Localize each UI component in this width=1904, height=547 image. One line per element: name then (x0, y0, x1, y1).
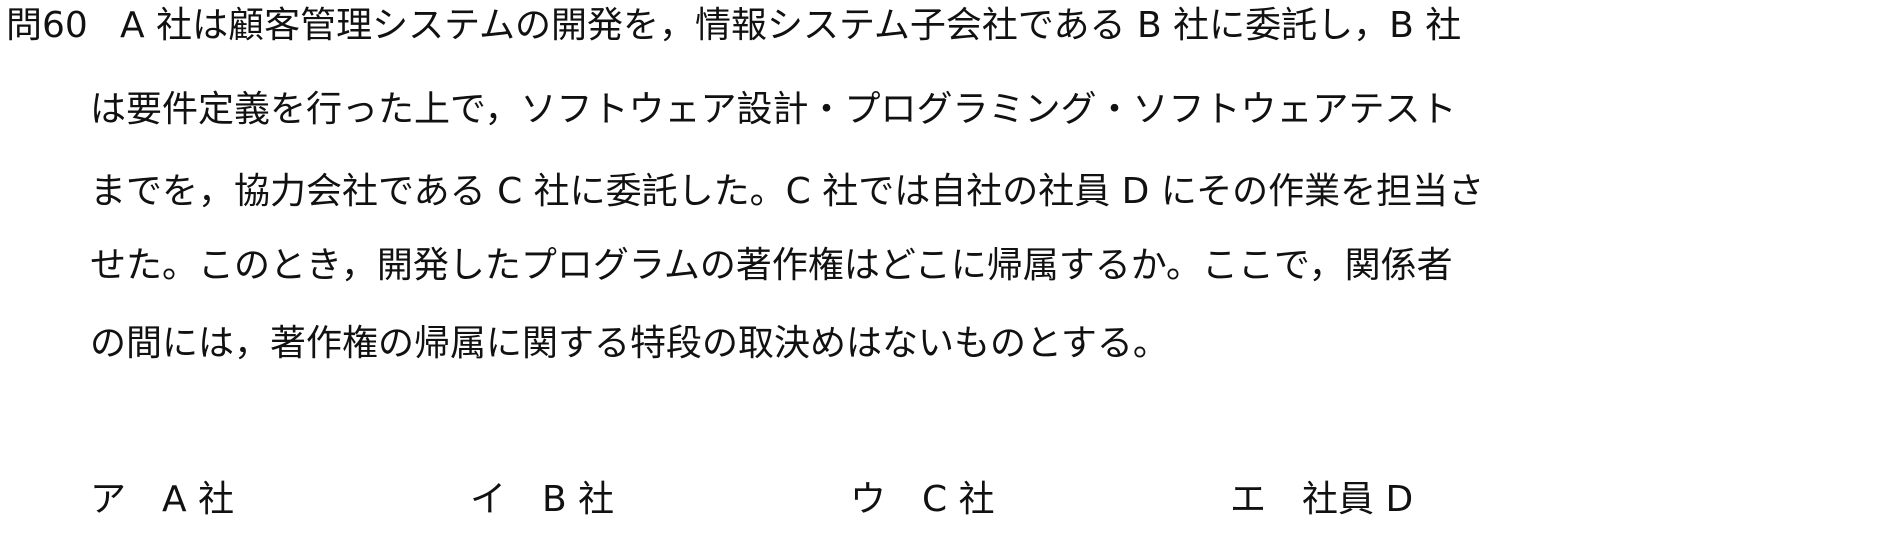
choice-mark: エ (1230, 479, 1267, 520)
choice-e[interactable]: エ社員 D (1230, 476, 1413, 524)
choice-a[interactable]: アA 社 (90, 476, 234, 524)
question-line: の間には，著作権の帰属に関する特段の取決めはないものとする。 (90, 323, 1169, 364)
choice-mark: イ (470, 479, 507, 520)
choice-label: A 社 (162, 479, 235, 520)
choice-label: C 社 (922, 479, 995, 520)
choice-mark: ウ (850, 479, 887, 520)
question-line: せた。このとき，開発したプログラムの著作権はどこに帰属するか。ここで，関係者 (90, 245, 1453, 286)
question-number: 問60 (6, 5, 88, 46)
question-line: は要件定義を行った上で，ソフトウェア設計・プログラミング・ソフトウェアテスト (90, 89, 1457, 130)
choice-mark: ア (90, 479, 127, 520)
choice-u[interactable]: ウC 社 (850, 476, 995, 524)
choice-label: B 社 (542, 479, 615, 520)
question-line: A 社は顧客管理システムの開発を，情報システム子会社である B 社に委託し，B … (120, 5, 1462, 46)
choice-i[interactable]: イB 社 (470, 476, 614, 524)
answer-choices: ア A 社 イ B 社 ウ C 社 エ社員 D (90, 476, 1490, 524)
choice-label: 社員 D (1302, 479, 1414, 520)
question-line: までを，協力会社である C 社に委託した。C 社では自社の社員 D にその作業を… (90, 171, 1485, 212)
exam-question-page: 問60 A 社は顧客管理システムの開発を，情報システム子会社である B 社に委託… (0, 0, 1904, 547)
